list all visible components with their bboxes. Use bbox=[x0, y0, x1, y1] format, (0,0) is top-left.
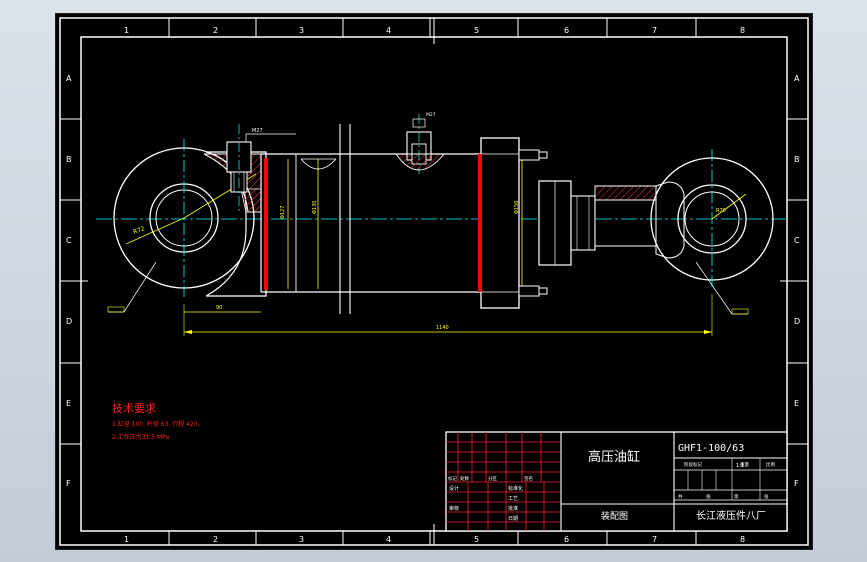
label-weight: 重量 bbox=[740, 461, 749, 468]
label-sign: 签名 bbox=[524, 475, 533, 482]
row-marker: E bbox=[794, 399, 799, 408]
flange-dim-label: Φ150 bbox=[514, 201, 520, 214]
col-marker: 1 bbox=[124, 26, 129, 35]
drawing-type: 装配图 bbox=[601, 510, 628, 522]
left-callout-box bbox=[107, 306, 125, 313]
label-count: 处数 bbox=[460, 475, 469, 482]
label-sheet: 张 bbox=[706, 493, 711, 500]
row-marker: A bbox=[66, 74, 72, 83]
left-leader bbox=[123, 261, 157, 313]
left-offset-dimension: 90 bbox=[184, 305, 261, 313]
col-marker: 2 bbox=[213, 535, 218, 544]
body-dim-label: Φ130 bbox=[312, 201, 318, 214]
col-marker: 7 bbox=[652, 535, 657, 544]
col-marker: 6 bbox=[564, 26, 569, 35]
row-marker: C bbox=[66, 236, 72, 245]
bore-dim-label: Φ127 bbox=[280, 206, 286, 219]
title-block: 高压油缸 GHF1-100/63 装配图 长江液压件八厂 1:1 标记 处数 分… bbox=[445, 431, 788, 532]
label-approve: 批准 bbox=[508, 505, 518, 512]
row-marker: D bbox=[794, 317, 800, 326]
row-marker: B bbox=[794, 155, 800, 164]
col-marker: 7 bbox=[652, 26, 657, 35]
technical-requirements: 技术要求 1.缸径 100, 杆径 63, 行程 420。 2.工作压力31.5… bbox=[112, 402, 204, 441]
right-leader bbox=[695, 261, 733, 315]
row-marker: F bbox=[794, 479, 799, 488]
cad-viewport[interactable]: 1 2 3 4 5 6 7 8 1 2 3 4 5 6 7 8 A B C D … bbox=[55, 13, 813, 550]
tech-req-line1: 1.缸径 100, 杆径 63, 行程 420。 bbox=[112, 420, 204, 428]
col-marker: 6 bbox=[564, 535, 569, 544]
drawing-number: GHF1-100/63 bbox=[678, 443, 744, 454]
col-marker: 2 bbox=[213, 26, 218, 35]
left-piston-seal bbox=[264, 158, 268, 290]
label-ratio: 比例 bbox=[766, 461, 775, 468]
tech-req-line2: 2.工作压力31.5 MPa bbox=[112, 433, 170, 441]
hydraulic-cylinder-assembly: R72 M27 Φ127 Φ130 M27 Φ150 R70 1140 90 bbox=[96, 112, 786, 336]
label-marker: 标记 bbox=[448, 475, 457, 482]
product-name: 高压油缸 bbox=[588, 449, 640, 465]
label-sheet2: 张 bbox=[764, 493, 769, 500]
center-port-size: M27 bbox=[426, 112, 436, 118]
tech-req-heading: 技术要求 bbox=[112, 402, 156, 415]
col-marker: 5 bbox=[474, 535, 479, 544]
right-eye-radius-label: R70 bbox=[716, 208, 726, 214]
col-marker: 8 bbox=[740, 535, 745, 544]
row-marker: C bbox=[794, 236, 800, 245]
col-marker: 4 bbox=[386, 26, 391, 35]
label-date: 日期 bbox=[508, 516, 518, 522]
overall-length-label: 1140 bbox=[436, 325, 449, 331]
rod-end-flange: Φ150 bbox=[480, 137, 523, 309]
col-marker: 4 bbox=[386, 535, 391, 544]
rod-gland bbox=[538, 180, 596, 266]
label-process: 工艺 bbox=[508, 496, 518, 502]
col-marker: 8 bbox=[740, 26, 745, 35]
label-standard: 标准化 bbox=[508, 485, 523, 492]
label-zone: 分区 bbox=[488, 475, 497, 482]
row-marker: E bbox=[66, 399, 71, 408]
col-marker: 3 bbox=[299, 535, 304, 544]
row-marker: D bbox=[66, 317, 72, 326]
left-port-size: M27 bbox=[252, 128, 263, 134]
label-stage: 阶段标记 bbox=[684, 461, 702, 468]
row-marker: A bbox=[794, 74, 800, 83]
center-port-fitting bbox=[395, 114, 445, 174]
overall-length-dimension: 1140 bbox=[183, 294, 713, 336]
col-marker: 1 bbox=[124, 535, 129, 544]
left-offset-label: 90 bbox=[216, 305, 222, 311]
col-marker: 5 bbox=[474, 26, 479, 35]
piston-rod bbox=[594, 185, 657, 247]
right-callout-box bbox=[731, 308, 749, 315]
label-total: 共 bbox=[678, 493, 683, 500]
cylinder-barrel: Φ127 Φ130 bbox=[260, 153, 486, 293]
label-design: 设计 bbox=[449, 485, 459, 492]
left-eye-radius-label: R72 bbox=[132, 225, 146, 236]
company-name: 长江液压件八厂 bbox=[696, 509, 766, 522]
row-marker: F bbox=[66, 479, 71, 488]
col-marker: 3 bbox=[299, 26, 304, 35]
label-no: 第 bbox=[734, 493, 739, 500]
label-review: 审核 bbox=[449, 505, 459, 512]
row-marker: B bbox=[66, 155, 72, 164]
right-piston-seal bbox=[478, 154, 482, 292]
assembly-drawing-canvas: 1 2 3 4 5 6 7 8 1 2 3 4 5 6 7 8 A B C D … bbox=[59, 17, 809, 546]
